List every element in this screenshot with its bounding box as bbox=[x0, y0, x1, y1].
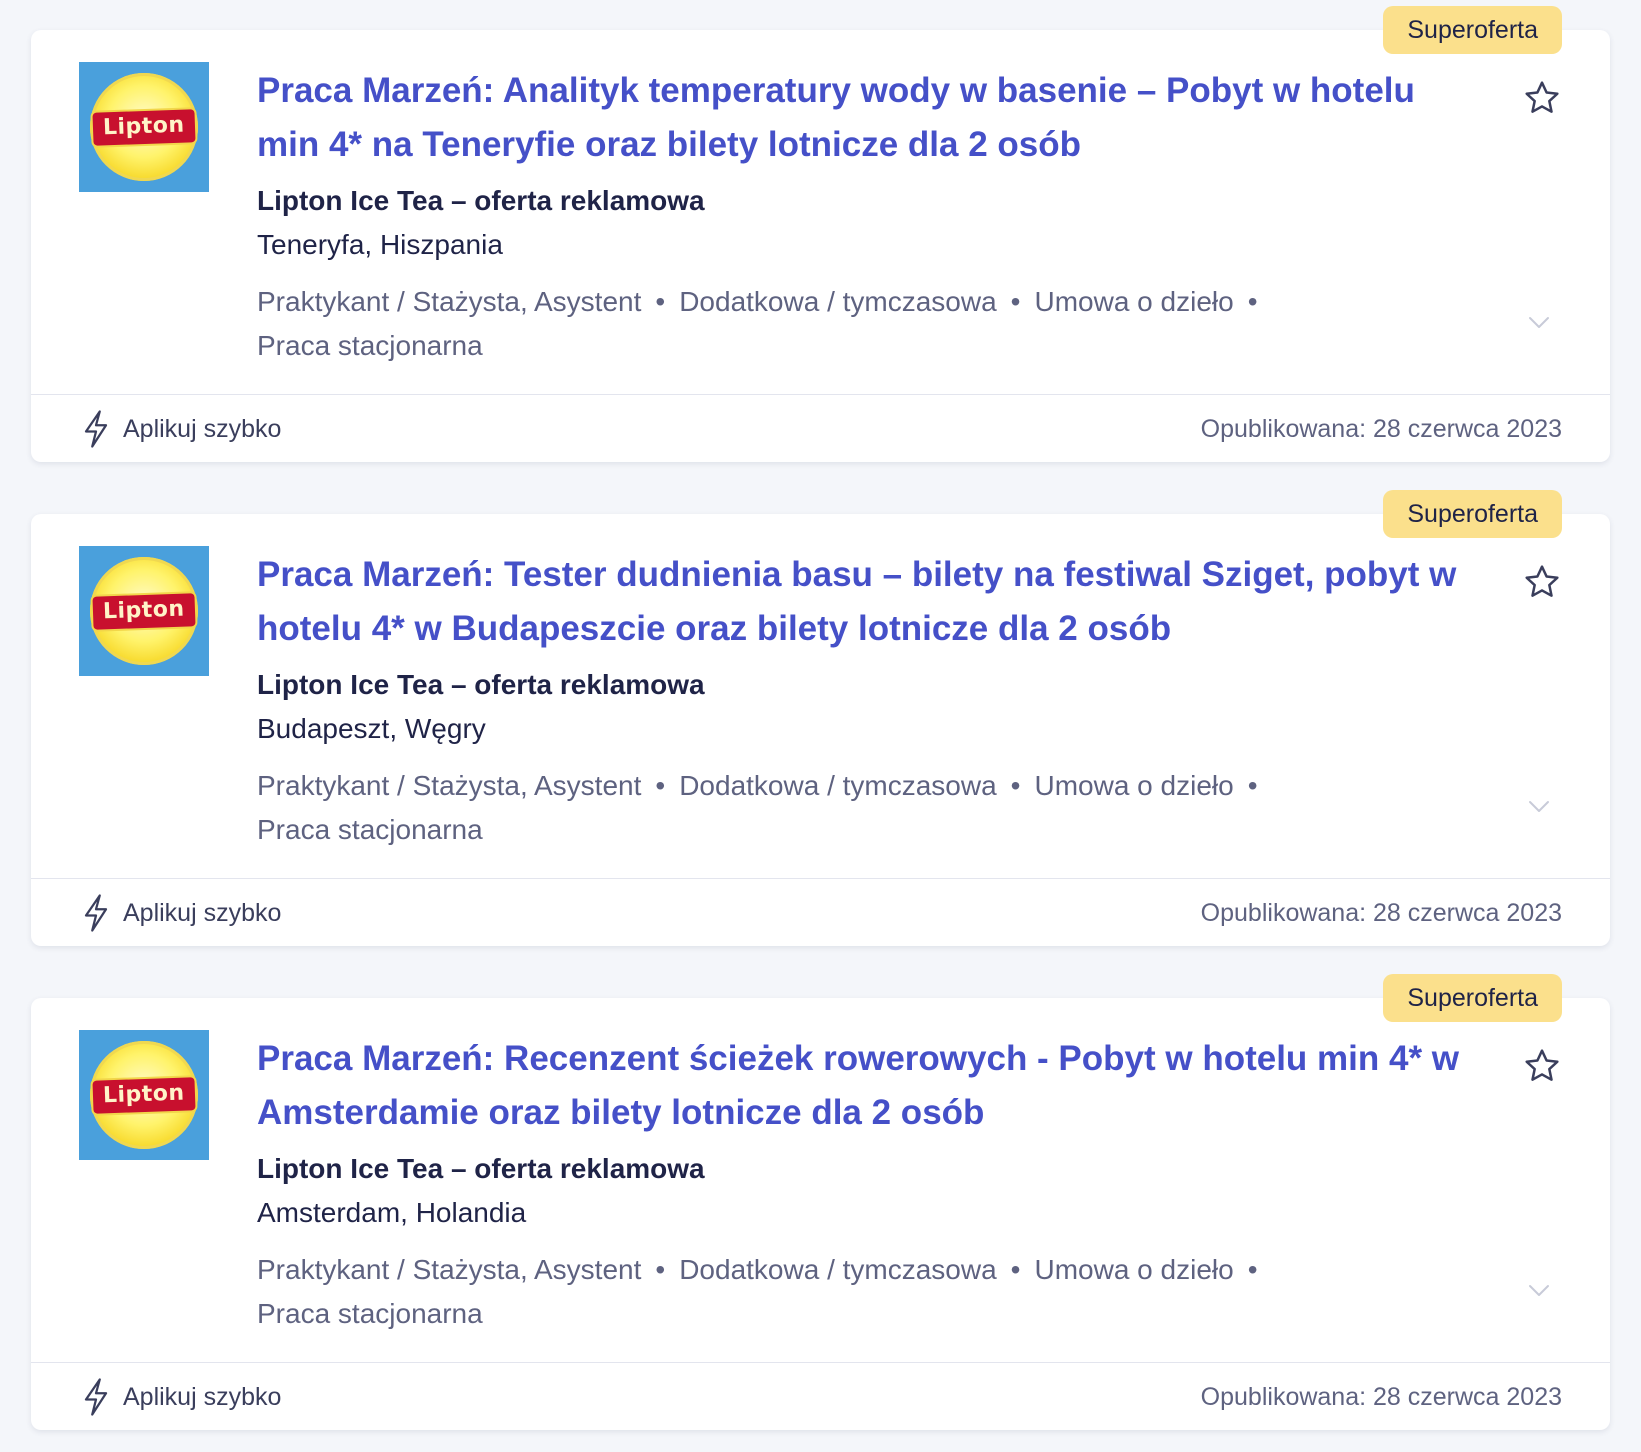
tag-employment-type: Dodatkowa / tymczasowa bbox=[679, 286, 997, 317]
published-date: Opublikowana: 28 czerwca 2023 bbox=[1200, 1383, 1562, 1411]
tag-employment-type: Dodatkowa / tymczasowa bbox=[679, 1254, 997, 1285]
company-name: Lipton Ice Tea – oferta reklamowa bbox=[257, 1153, 705, 1184]
chevron-down-icon[interactable] bbox=[1528, 316, 1550, 330]
company-name: Lipton Ice Tea – oferta reklamowa bbox=[257, 185, 705, 216]
tag-contract-type: Umowa o dzieło bbox=[1034, 770, 1234, 801]
logo-text: Lipton bbox=[90, 1074, 198, 1116]
logo-text: Lipton bbox=[90, 106, 198, 148]
tag-separator: • bbox=[655, 286, 666, 317]
company-logo[interactable]: Lipton bbox=[79, 546, 209, 676]
tag-work-mode: Praca stacjonarna bbox=[257, 330, 483, 361]
chevron-down-icon[interactable] bbox=[1528, 800, 1550, 814]
lightning-icon bbox=[84, 410, 108, 448]
lightning-icon bbox=[84, 894, 108, 932]
tag-separator: • bbox=[1010, 770, 1021, 801]
superoferta-badge: Superoferta bbox=[1383, 490, 1562, 538]
offer-tags: Praktykant / Stażysta, Asystent • Dodatkow… bbox=[257, 764, 1307, 852]
tag-separator: • bbox=[655, 770, 666, 801]
published-date: Opublikowana: 28 czerwca 2023 bbox=[1200, 899, 1562, 927]
published-date: Opublikowana: 28 czerwca 2023 bbox=[1200, 415, 1562, 443]
quick-apply-label: Aplikuj szybko bbox=[123, 414, 282, 443]
tag-separator: • bbox=[1010, 1254, 1021, 1285]
tag-employment-type: Dodatkowa / tymczasowa bbox=[679, 770, 997, 801]
lipton-logo-circle: Lipton bbox=[90, 73, 198, 181]
offer-details: Praca Marzeń: Recenzent ścieżek rowerowy… bbox=[257, 1032, 1467, 1336]
company-logo[interactable]: Lipton bbox=[79, 62, 209, 192]
tag-work-mode: Praca stacjonarna bbox=[257, 1298, 483, 1329]
job-offer-card[interactable]: Superoferta Lipton Praca Marzeń: Tester … bbox=[31, 490, 1610, 946]
offer-location: Amsterdam, Holandia bbox=[257, 1197, 527, 1228]
tag-contract-type: Umowa o dzieło bbox=[1034, 1254, 1234, 1285]
star-icon[interactable] bbox=[1522, 1046, 1562, 1086]
offer-details: Praca Marzeń: Analityk temperatury wody … bbox=[257, 64, 1467, 368]
card-footer: Aplikuj szybko Opublikowana: 28 czerwca … bbox=[31, 395, 1610, 462]
job-offer-card[interactable]: Superoferta Lipton Praca Marzeń: Anality… bbox=[31, 6, 1610, 462]
card-footer: Aplikuj szybko Opublikowana: 28 czerwca … bbox=[31, 879, 1610, 946]
logo-text: Lipton bbox=[90, 590, 198, 632]
offer-tags: Praktykant / Stażysta, Asystent • Dodatkow… bbox=[257, 1248, 1307, 1336]
job-offer-list: Superoferta Lipton Praca Marzeń: Anality… bbox=[0, 0, 1641, 1452]
offer-title-link[interactable]: Praca Marzeń: Tester dudnienia basu – bi… bbox=[257, 548, 1467, 656]
star-icon[interactable] bbox=[1522, 562, 1562, 602]
offer-title-link[interactable]: Praca Marzeń: Analityk temperatury wody … bbox=[257, 64, 1467, 172]
tag-position-level: Praktykant / Stażysta, Asystent bbox=[257, 286, 642, 317]
tag-separator: • bbox=[1247, 770, 1258, 801]
superoferta-badge: Superoferta bbox=[1383, 974, 1562, 1022]
lipton-logo-circle: Lipton bbox=[90, 1041, 198, 1149]
offer-title-link[interactable]: Praca Marzeń: Recenzent ścieżek rowerowy… bbox=[257, 1032, 1467, 1140]
tag-separator: • bbox=[1010, 286, 1021, 317]
quick-apply-label: Aplikuj szybko bbox=[123, 898, 282, 927]
lightning-icon bbox=[84, 1378, 108, 1416]
company-logo[interactable]: Lipton bbox=[79, 1030, 209, 1160]
lipton-logo-circle: Lipton bbox=[90, 557, 198, 665]
quick-apply-label: Aplikuj szybko bbox=[123, 1382, 282, 1411]
superoferta-badge: Superoferta bbox=[1383, 6, 1562, 54]
tag-contract-type: Umowa o dzieło bbox=[1034, 286, 1234, 317]
quick-apply-button[interactable]: Aplikuj szybko bbox=[81, 1377, 281, 1417]
tag-position-level: Praktykant / Stażysta, Asystent bbox=[257, 770, 642, 801]
offer-details: Praca Marzeń: Tester dudnienia basu – bi… bbox=[257, 548, 1467, 852]
tag-separator: • bbox=[655, 1254, 666, 1285]
offer-tags: Praktykant / Stażysta, Asystent • Dodatkow… bbox=[257, 280, 1307, 368]
offer-location: Teneryfa, Hiszpania bbox=[257, 229, 503, 260]
offer-location: Budapeszt, Węgry bbox=[257, 713, 486, 744]
tag-work-mode: Praca stacjonarna bbox=[257, 814, 483, 845]
quick-apply-button[interactable]: Aplikuj szybko bbox=[81, 893, 281, 933]
company-name: Lipton Ice Tea – oferta reklamowa bbox=[257, 669, 705, 700]
quick-apply-button[interactable]: Aplikuj szybko bbox=[81, 409, 281, 449]
job-offer-card[interactable]: Superoferta Lipton Praca Marzeń: Recenze… bbox=[31, 974, 1610, 1430]
tag-separator: • bbox=[1247, 286, 1258, 317]
star-icon[interactable] bbox=[1522, 78, 1562, 118]
card-footer: Aplikuj szybko Opublikowana: 28 czerwca … bbox=[31, 1363, 1610, 1430]
chevron-down-icon[interactable] bbox=[1528, 1284, 1550, 1298]
tag-position-level: Praktykant / Stażysta, Asystent bbox=[257, 1254, 642, 1285]
tag-separator: • bbox=[1247, 1254, 1258, 1285]
